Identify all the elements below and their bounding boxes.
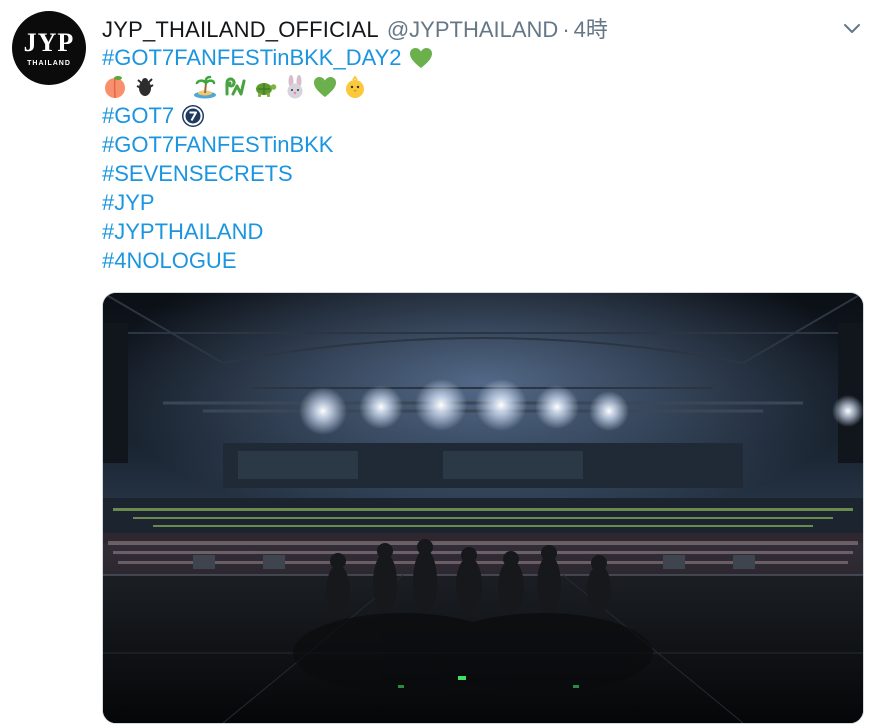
avatar-logo-text: JYP — [23, 27, 75, 57]
emoji-line — [102, 72, 802, 101]
green-heart-icon — [408, 45, 434, 71]
text-line-8: #4NOLOGUE — [102, 246, 802, 275]
separator-dot: · — [562, 17, 570, 42]
chick-icon — [342, 74, 368, 100]
hashtag-link[interactable]: #SEVENSECRETS — [102, 159, 293, 188]
turtle-icon — [252, 74, 278, 100]
crescent-moon-icon — [162, 74, 188, 100]
tweet-photo[interactable] — [102, 292, 864, 724]
hashtag-link[interactable]: #4NOLOGUE — [102, 246, 237, 275]
thai-letter-icon — [222, 74, 248, 100]
bird-icon — [132, 74, 158, 100]
rabbit-icon — [282, 74, 308, 100]
tweet: JYP THAILAND JYP_THAILAND_OFFICIAL @JYPT… — [0, 0, 878, 726]
text-line-5: #SEVENSECRETS — [102, 159, 802, 188]
avatar-logo-subtext: THAILAND — [27, 59, 71, 67]
text-line-1: #GOT7FANFESTinBKK_DAY2 — [102, 43, 802, 72]
island-icon — [192, 74, 218, 100]
peach-icon — [102, 74, 128, 100]
hashtag-link[interactable]: #JYP — [102, 188, 155, 217]
chevron-down-icon[interactable] — [840, 16, 864, 40]
avatar[interactable]: JYP THAILAND — [12, 11, 86, 85]
text-line-6: #JYP — [102, 188, 802, 217]
tweet-text: #GOT7FANFESTinBKK_DAY2 #GOT7 #GOT7FANFES… — [102, 43, 802, 275]
got7-logo-icon — [180, 103, 206, 129]
display-name[interactable]: JYP_THAILAND_OFFICIAL — [102, 17, 379, 43]
concert-stage-image — [103, 293, 863, 723]
hashtag-link[interactable]: #GOT7FANFESTinBKK — [102, 130, 333, 159]
user-handle[interactable]: @JYPTHAILAND — [387, 17, 558, 43]
hashtag-link[interactable]: #GOT7FANFESTinBKK_DAY2 — [102, 43, 402, 72]
tweet-header: JYP_THAILAND_OFFICIAL @JYPTHAILAND · 4時 — [102, 12, 608, 43]
text-line-4: #GOT7FANFESTinBKK — [102, 130, 802, 159]
text-line-7: #JYPTHAILAND — [102, 217, 802, 246]
hashtag-link[interactable]: #GOT7 — [102, 101, 174, 130]
timestamp[interactable]: 4時 — [574, 12, 608, 44]
green-heart-icon — [312, 74, 338, 100]
hashtag-link[interactable]: #JYPTHAILAND — [102, 217, 263, 246]
text-line-3: #GOT7 — [102, 101, 802, 130]
